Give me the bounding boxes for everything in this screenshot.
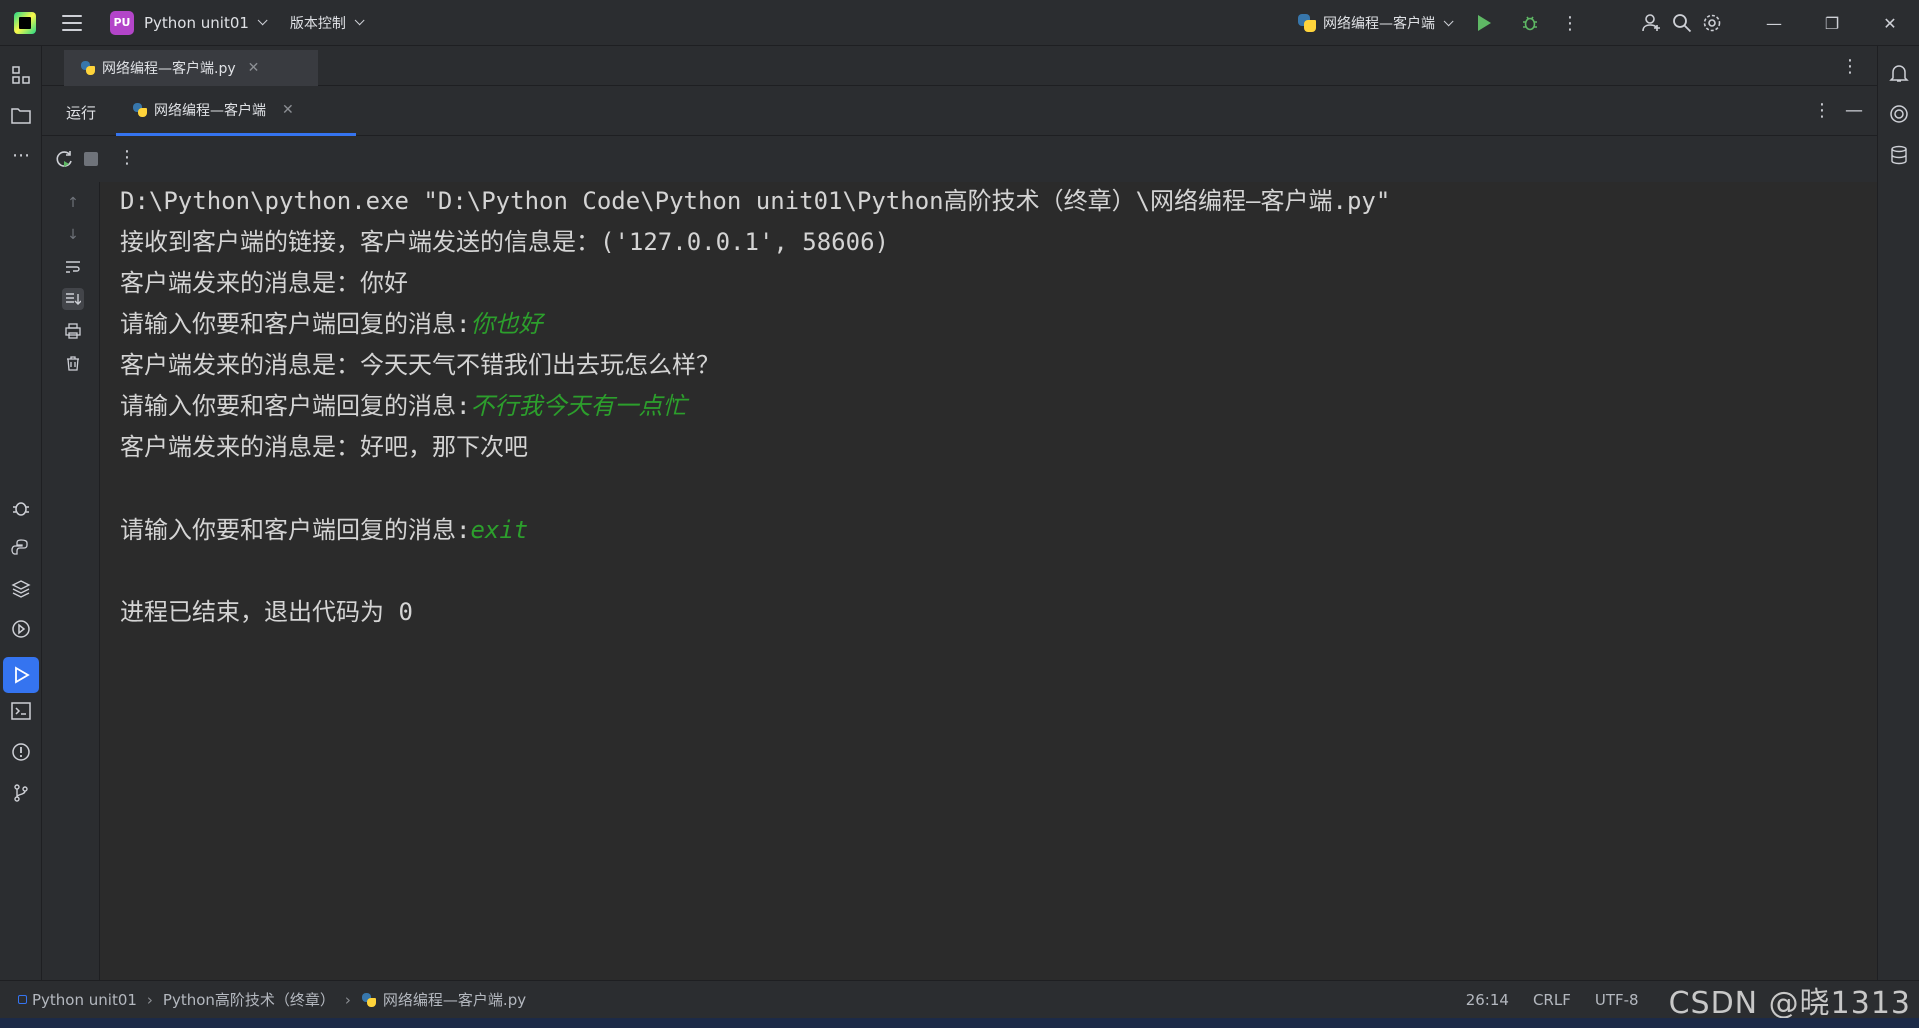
minimize-window-icon[interactable]: — bbox=[1745, 0, 1803, 46]
add-user-icon[interactable] bbox=[1637, 8, 1667, 38]
breadcrumb-file[interactable]: 网络编程—客户端.py bbox=[383, 989, 526, 1010]
status-bar: Python unit01 › Python高阶技术（终章） › 网络编程—客户… bbox=[0, 980, 1919, 1021]
scroll-up-icon[interactable]: ↑ bbox=[62, 192, 84, 214]
console-side-toolbar: ↑ ↓ bbox=[42, 182, 100, 980]
editor-tab-label: 网络编程—客户端.py bbox=[102, 61, 236, 77]
left-tool-strip: ⋯ bbox=[0, 46, 42, 980]
services-icon[interactable] bbox=[8, 616, 34, 642]
database-icon[interactable] bbox=[1886, 142, 1912, 168]
layers-icon[interactable] bbox=[8, 576, 34, 602]
editor-tab-bar: 网络编程—客户端.py ✕ ⋮ bbox=[42, 46, 1877, 86]
problems-icon[interactable] bbox=[8, 739, 34, 765]
console-output[interactable]: D:\Python\python.exe "D:\Python Code\Pyt… bbox=[100, 182, 1877, 980]
stop-icon[interactable] bbox=[84, 152, 98, 166]
main-menu-icon[interactable] bbox=[62, 14, 82, 31]
editor-tab[interactable]: 网络编程—客户端.py ✕ bbox=[64, 50, 318, 86]
breadcrumb-separator-icon: › bbox=[146, 990, 153, 1009]
pycharm-logo-icon bbox=[14, 11, 36, 34]
run-panel-header: 运行 网络编程—客户端 ✕ ⋮ — bbox=[42, 86, 1877, 136]
debug-tool-icon[interactable] bbox=[8, 495, 34, 521]
project-name[interactable]: Python unit01 bbox=[144, 14, 249, 32]
vcs-menu[interactable]: 版本控制 bbox=[290, 13, 346, 33]
close-tab-icon[interactable]: ✕ bbox=[248, 60, 260, 76]
ai-assistant-icon[interactable] bbox=[1886, 101, 1912, 127]
os-taskbar bbox=[0, 1018, 1919, 1028]
user-input-text: 你也好 bbox=[470, 310, 543, 338]
file-encoding[interactable]: UTF-8 bbox=[1595, 991, 1639, 1009]
console-line: 接收到客户端的链接，客户端发送的信息是：('127.0.0.1', 58606) bbox=[120, 228, 889, 256]
title-bar: PU Python unit01 版本控制 网络编程—客户端 ⋮ — ❐ ✕ bbox=[0, 0, 1919, 46]
chevron-down-icon[interactable] bbox=[354, 15, 365, 26]
restore-window-icon[interactable]: ❐ bbox=[1803, 0, 1861, 46]
python-file-icon bbox=[1297, 13, 1317, 33]
run-tab[interactable]: 网络编程—客户端 ✕ bbox=[116, 86, 356, 136]
search-icon[interactable] bbox=[1667, 8, 1697, 38]
print-icon[interactable] bbox=[62, 320, 84, 342]
chevron-down-icon bbox=[1443, 15, 1454, 26]
scroll-to-end-icon[interactable] bbox=[62, 288, 84, 310]
console-line: 进程已结束，退出代码为 0 bbox=[120, 598, 413, 626]
structure-icon[interactable] bbox=[8, 62, 34, 88]
run-config-label: 网络编程—客户端 bbox=[1323, 16, 1435, 32]
user-input-text: 不行我今天有一点忙 bbox=[470, 392, 687, 420]
run-tool-icon[interactable] bbox=[3, 657, 39, 693]
breadcrumb-separator-icon: › bbox=[344, 990, 351, 1009]
python-file-icon bbox=[80, 60, 96, 76]
console-line: 客户端发来的消息是：你好 bbox=[120, 269, 408, 297]
breadcrumb-project[interactable]: Python unit01 bbox=[32, 991, 137, 1009]
run-config-selector[interactable]: 网络编程—客户端 bbox=[1297, 13, 1454, 33]
clear-trash-icon[interactable] bbox=[62, 352, 84, 374]
run-icon[interactable] bbox=[1478, 15, 1491, 31]
soft-wrap-icon[interactable] bbox=[62, 256, 84, 278]
close-run-tab-icon[interactable]: ✕ bbox=[282, 102, 294, 118]
rerun-icon[interactable] bbox=[54, 149, 74, 173]
more-actions-icon[interactable]: ⋮ bbox=[1555, 8, 1585, 38]
project-folder-icon[interactable] bbox=[8, 102, 34, 128]
project-badge[interactable]: PU bbox=[110, 10, 134, 35]
chevron-down-icon[interactable] bbox=[257, 15, 268, 26]
console-line: 请输入你要和客户端回复的消息:你也好 bbox=[120, 310, 543, 338]
debug-icon[interactable] bbox=[1515, 8, 1545, 38]
hide-panel-icon[interactable]: — bbox=[1845, 100, 1863, 121]
breadcrumb: Python unit01 › Python高阶技术（终章） › 网络编程—客户… bbox=[18, 989, 526, 1010]
python-file-icon bbox=[132, 102, 148, 118]
run-panel-title: 运行 bbox=[66, 104, 97, 122]
python-console-icon[interactable] bbox=[8, 535, 34, 561]
settings-gear-icon[interactable] bbox=[1697, 8, 1727, 38]
breadcrumb-folder[interactable]: Python高阶技术（终章） bbox=[163, 989, 335, 1010]
git-branch-icon[interactable] bbox=[8, 780, 34, 806]
right-tool-strip bbox=[1877, 46, 1919, 980]
console-line: 客户端发来的消息是：好吧，那下次吧 bbox=[120, 433, 528, 461]
python-file-icon bbox=[361, 992, 377, 1008]
terminal-icon[interactable] bbox=[8, 698, 34, 724]
tab-options-icon[interactable]: ⋮ bbox=[1841, 56, 1859, 77]
user-input-text: exit bbox=[470, 516, 529, 544]
module-icon bbox=[18, 995, 27, 1004]
run-panel-options-icon[interactable]: ⋮ bbox=[1813, 100, 1831, 121]
scroll-down-icon[interactable]: ↓ bbox=[62, 224, 84, 246]
console-toolbar: ⋮ bbox=[42, 136, 1877, 182]
console-more-icon[interactable]: ⋮ bbox=[118, 147, 136, 168]
console-line: 客户端发来的消息是：今天天气不错我们出去玩怎么样？ bbox=[120, 351, 720, 379]
line-ending[interactable]: CRLF bbox=[1533, 991, 1571, 1009]
notifications-bell-icon[interactable] bbox=[1886, 60, 1912, 86]
console-line: 请输入你要和客户端回复的消息:exit bbox=[120, 516, 529, 544]
more-tools-icon[interactable]: ⋯ bbox=[8, 142, 34, 168]
console-line: D:\Python\python.exe "D:\Python Code\Pyt… bbox=[120, 187, 1391, 215]
close-window-icon[interactable]: ✕ bbox=[1861, 0, 1919, 46]
run-tab-label: 网络编程—客户端 bbox=[154, 102, 266, 119]
console-line: 请输入你要和客户端回复的消息:不行我今天有一点忙 bbox=[120, 392, 687, 420]
caret-position[interactable]: 26:14 bbox=[1466, 991, 1509, 1009]
watermark: CSDN @晓1313 bbox=[1668, 986, 1911, 1021]
